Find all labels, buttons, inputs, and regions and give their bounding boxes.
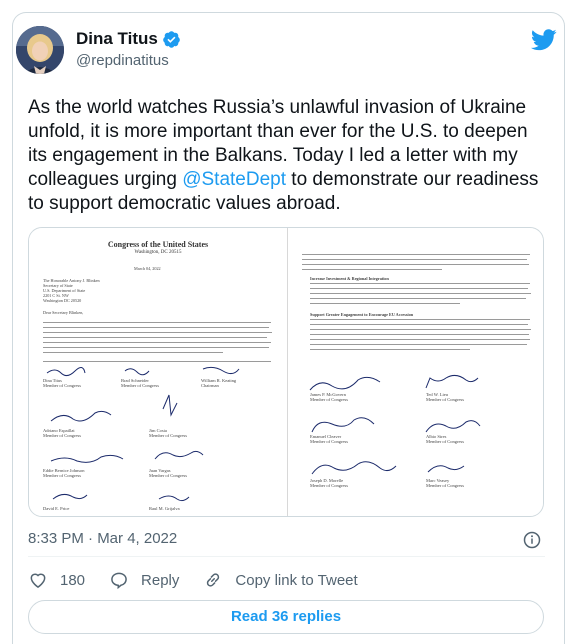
letter-page-right: Increase Investment & Regional Integrati… <box>288 228 543 516</box>
link-icon <box>207 573 220 587</box>
signer-role: Member of Congress <box>310 483 348 488</box>
signer-caption: Adriano Espaillat Member of Congress <box>43 428 81 438</box>
letter-salutation: Dear Secretary Blinken, <box>43 310 84 315</box>
signer-caption: Emanuel Cleaver Member of Congress <box>310 434 348 444</box>
reply-button[interactable]: Reply <box>109 570 179 590</box>
signer-role: Member of Congress <box>149 473 187 478</box>
info-icon[interactable] <box>523 531 541 549</box>
reply-label: Reply <box>141 571 180 589</box>
signer-role: Member of Congress <box>310 397 348 402</box>
author-handle[interactable]: @repdinatitus <box>76 52 181 69</box>
read-replies-button[interactable]: Read 36 replies <box>28 600 544 634</box>
signer-caption: William R. Keating Chairman <box>201 378 236 388</box>
letter-date: March 04, 2022 <box>134 266 161 271</box>
signer-role: Chairman <box>201 383 219 388</box>
signer-caption: Raul M. Grijalva <box>149 506 180 511</box>
signer-role: Member of Congress <box>43 383 81 388</box>
signer-caption: Eddie Bernice Johnson Member of Congress <box>43 468 85 478</box>
letter-page-left: Congress of the United States Washington… <box>29 228 287 516</box>
heart-icon <box>30 573 46 588</box>
letterhead: Congress of the United States Washington… <box>29 240 287 255</box>
letterhead-city: Washington, DC 20515 <box>134 250 182 255</box>
signer-role: Member of Congress <box>426 439 464 444</box>
letter-bullet-heading: Support Greater Engagement to Encourage … <box>310 312 414 317</box>
tweet-media-image[interactable]: Congress of the United States Washington… <box>28 227 544 517</box>
copy-link-button[interactable]: Copy link to Tweet <box>203 570 358 590</box>
signer-role: Member of Congress <box>149 433 187 438</box>
tweet-text: As the world watches Russia’s unlawful i… <box>28 96 548 216</box>
copy-link-label: Copy link to Tweet <box>235 571 358 589</box>
letter-addressee: The Honorable Antony J. Blinken Secretar… <box>43 278 100 303</box>
letter-bullet-heading: Increase Investment & Regional Integrati… <box>310 276 389 281</box>
reply-bubble-icon <box>111 572 127 590</box>
like-count: 180 <box>60 571 86 589</box>
author-names: Dina Titus @repdinatitus <box>76 29 181 69</box>
letterhead-title: Congress of the United States <box>107 240 209 249</box>
verified-badge-icon <box>163 30 180 48</box>
tweet-header: Dina Titus @repdinatitus <box>16 26 561 82</box>
signer-caption: Dina Titus Member of Congress <box>43 378 81 388</box>
twitter-bird-icon[interactable] <box>531 29 557 51</box>
signer-caption: Ted W. Lieu Member of Congress <box>426 392 464 402</box>
avatar[interactable] <box>16 26 64 74</box>
tweet-actions: 180 Reply Copy link to Tweet <box>28 568 382 592</box>
signer-caption: James P. McGovern Member of Congress <box>310 392 348 402</box>
signer-caption: Marc Veasey Member of Congress <box>426 478 464 488</box>
like-button[interactable]: 180 <box>28 570 85 590</box>
signer-caption: Joseph D. Morelle Member of Congress <box>310 478 348 488</box>
signer-role: Member of Congress <box>43 433 81 438</box>
signer-name: Raul M. Grijalva <box>149 506 180 511</box>
signer-name: David E. Price <box>43 506 70 511</box>
author-display-name[interactable]: Dina Titus <box>76 29 158 49</box>
signer-role: Member of Congress <box>426 483 464 488</box>
signer-role: Member of Congress <box>121 383 159 388</box>
mention-link[interactable]: @StateDept <box>182 169 286 190</box>
signer-role: Member of Congress <box>43 473 81 478</box>
signer-caption: Jim Costa Member of Congress <box>149 428 187 438</box>
signer-role: Member of Congress <box>426 397 464 402</box>
addressee-line: Washington DC 20520 <box>43 298 82 303</box>
signer-role: Member of Congress <box>310 439 348 444</box>
signer-caption: Brad Schneider Member of Congress <box>121 378 159 388</box>
tweet-timestamp[interactable]: 8:33 PM · Mar 4, 2022 <box>28 530 177 547</box>
signer-caption: Albio Sires Member of Congress <box>426 434 464 444</box>
divider <box>28 556 545 557</box>
signer-caption: David E. Price <box>43 506 69 511</box>
signer-caption: Juan Vargas Member of Congress <box>149 468 187 478</box>
